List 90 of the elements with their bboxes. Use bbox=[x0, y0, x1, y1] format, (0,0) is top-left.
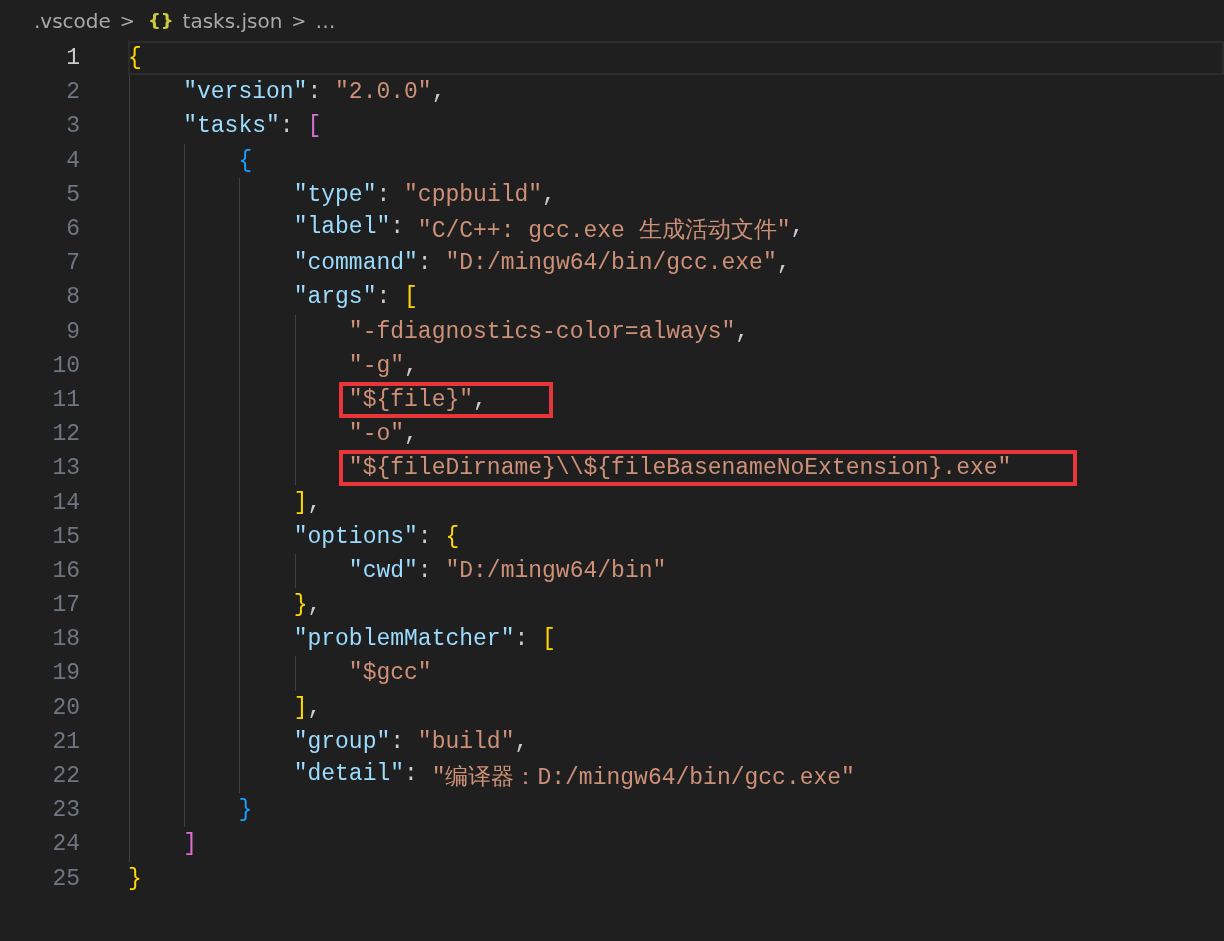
json-key: "tasks" bbox=[183, 113, 280, 140]
punctuation: , bbox=[542, 181, 556, 208]
punctuation: , bbox=[404, 421, 418, 448]
line-number: 15 bbox=[51, 523, 80, 550]
punctuation: : bbox=[417, 250, 433, 277]
punctuation: , bbox=[404, 352, 418, 379]
punctuation: , bbox=[431, 79, 446, 106]
punctuation: , bbox=[735, 318, 750, 345]
json-string: "${file}" bbox=[348, 386, 474, 413]
line-number: 12 bbox=[51, 421, 80, 448]
punctuation: , bbox=[473, 386, 487, 413]
json-key: "options" bbox=[293, 523, 418, 550]
chevron-icon: > bbox=[119, 10, 135, 31]
line-number: 20 bbox=[51, 694, 80, 721]
json-key: "group" bbox=[293, 728, 391, 755]
punctuation: : bbox=[376, 181, 392, 208]
punctuation: : bbox=[404, 760, 419, 789]
json-string: "cppbuild" bbox=[404, 181, 543, 208]
line-number: 23 bbox=[51, 797, 80, 824]
json-string: "C/C++: gcc.exe 生成活动文件" bbox=[417, 216, 791, 245]
bracket: { bbox=[445, 523, 460, 550]
json-string: "-g" bbox=[348, 352, 405, 379]
line-number: 9 bbox=[65, 318, 80, 345]
json-string: "$gcc" bbox=[348, 660, 432, 687]
bracket: } bbox=[293, 592, 308, 619]
bracket: } bbox=[238, 797, 253, 824]
bracket: [ bbox=[404, 284, 418, 311]
bracket: { bbox=[128, 45, 142, 72]
line-number: 17 bbox=[51, 592, 80, 619]
json-string: "${fileDirname}\\${fileBasenameNoExtension}.exe" bbox=[348, 455, 1012, 482]
line-number: 16 bbox=[51, 557, 80, 584]
line-number: 10 bbox=[51, 352, 80, 379]
punctuation: : bbox=[376, 284, 392, 311]
bracket: ] bbox=[293, 694, 308, 721]
bracket: ] bbox=[183, 831, 197, 858]
line-number: 6 bbox=[65, 216, 80, 243]
json-key: "args" bbox=[293, 284, 377, 311]
punctuation: : bbox=[390, 213, 406, 242]
json-file-icon: {} bbox=[147, 10, 174, 31]
bracket: [ bbox=[542, 626, 556, 653]
punctuation: , bbox=[514, 728, 529, 755]
punctuation: : bbox=[417, 557, 433, 584]
punctuation: , bbox=[776, 250, 791, 277]
line-number: 8 bbox=[65, 284, 80, 311]
line-number: 7 bbox=[65, 250, 80, 277]
json-key: "detail" bbox=[293, 760, 405, 792]
punctuation: , bbox=[790, 213, 805, 242]
line-number: 11 bbox=[51, 386, 80, 413]
punctuation: : bbox=[390, 728, 406, 755]
folder-breadcrumb[interactable]: .vscode bbox=[34, 8, 111, 33]
line-number: 25 bbox=[51, 865, 80, 892]
line-number: 1 bbox=[65, 45, 80, 72]
punctuation: , bbox=[307, 489, 322, 516]
line-number: 24 bbox=[51, 831, 80, 858]
punctuation: : bbox=[514, 626, 530, 653]
bracket: ] bbox=[293, 489, 308, 516]
json-string: "D:/mingw64/bin" bbox=[445, 557, 667, 584]
line-number: 21 bbox=[51, 728, 80, 755]
json-key: "version" bbox=[183, 79, 308, 106]
more-breadcrumb[interactable]: … bbox=[315, 8, 336, 33]
json-key: "label" bbox=[293, 213, 391, 245]
bracket: [ bbox=[307, 113, 322, 140]
json-key: "cwd" bbox=[348, 557, 418, 584]
line-number: 14 bbox=[51, 489, 80, 516]
json-key: "command" bbox=[293, 250, 418, 277]
json-string: "2.0.0" bbox=[335, 79, 432, 106]
line-number: 4 bbox=[65, 147, 80, 174]
file-breadcrumb[interactable]: tasks.json bbox=[182, 8, 283, 33]
bracket: { bbox=[238, 147, 253, 174]
punctuation: : bbox=[307, 79, 323, 106]
line-number: 19 bbox=[51, 660, 80, 687]
line-number: 5 bbox=[65, 181, 80, 208]
punctuation: : bbox=[417, 523, 433, 550]
punctuation: , bbox=[307, 592, 322, 619]
json-string: "编译器：D:/mingw64/bin/gcc.exe" bbox=[431, 763, 855, 792]
json-string: "-o" bbox=[348, 421, 405, 448]
line-number: 13 bbox=[51, 455, 80, 482]
punctuation: , bbox=[307, 694, 322, 721]
json-string: "build" bbox=[417, 728, 515, 755]
punctuation: : bbox=[279, 113, 295, 140]
bracket: } bbox=[128, 865, 142, 892]
json-key: "type" bbox=[293, 181, 377, 208]
json-string: "-fdiagnostics-color=always" bbox=[348, 318, 736, 345]
chevron-icon: > bbox=[291, 10, 307, 31]
line-number: 22 bbox=[51, 763, 80, 790]
json-string: "D:/mingw64/bin/gcc.exe" bbox=[445, 250, 777, 277]
line-number: 2 bbox=[65, 79, 80, 106]
line-number: 3 bbox=[65, 113, 80, 140]
line-number: 18 bbox=[51, 626, 80, 653]
json-key: "problemMatcher" bbox=[293, 626, 515, 653]
